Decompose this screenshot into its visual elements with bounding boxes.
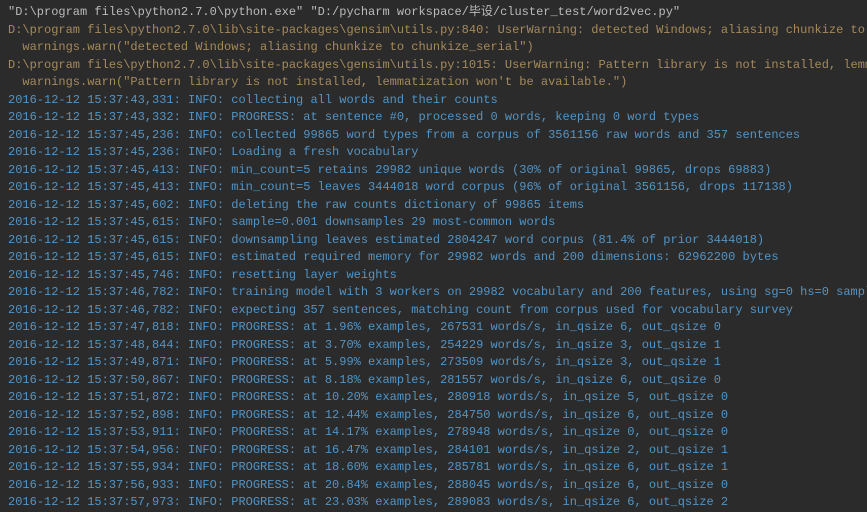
console-line: D:\program files\python2.7.0\lib\site-pa… (8, 22, 859, 40)
console-line: 2016-12-12 15:37:46,782: INFO: training … (8, 284, 859, 302)
console-line: 2016-12-12 15:37:45,413: INFO: min_count… (8, 162, 859, 180)
console-line: "D:\program files\python2.7.0\python.exe… (8, 4, 859, 22)
console-line: 2016-12-12 15:37:45,413: INFO: min_count… (8, 179, 859, 197)
console-line: 2016-12-12 15:37:45,746: INFO: resetting… (8, 267, 859, 285)
console-line: 2016-12-12 15:37:49,871: INFO: PROGRESS:… (8, 354, 859, 372)
console-line: 2016-12-12 15:37:56,933: INFO: PROGRESS:… (8, 477, 859, 495)
console-line: D:\program files\python2.7.0\lib\site-pa… (8, 57, 859, 75)
console-line: 2016-12-12 15:37:50,867: INFO: PROGRESS:… (8, 372, 859, 390)
console-line: 2016-12-12 15:37:48,844: INFO: PROGRESS:… (8, 337, 859, 355)
console-line: 2016-12-12 15:37:51,872: INFO: PROGRESS:… (8, 389, 859, 407)
console-line: 2016-12-12 15:37:45,615: INFO: estimated… (8, 249, 859, 267)
console-line: 2016-12-12 15:37:45,236: INFO: Loading a… (8, 144, 859, 162)
console-line: 2016-12-12 15:37:45,602: INFO: deleting … (8, 197, 859, 215)
console-line: 2016-12-12 15:37:46,782: INFO: expecting… (8, 302, 859, 320)
console-line: 2016-12-12 15:37:43,332: INFO: PROGRESS:… (8, 109, 859, 127)
console-line: 2016-12-12 15:37:43,331: INFO: collectin… (8, 92, 859, 110)
console-line: 2016-12-12 15:37:45,615: INFO: downsampl… (8, 232, 859, 250)
console-line: 2016-12-12 15:37:52,898: INFO: PROGRESS:… (8, 407, 859, 425)
console-line: 2016-12-12 15:37:47,818: INFO: PROGRESS:… (8, 319, 859, 337)
console-line: 2016-12-12 15:37:45,236: INFO: collected… (8, 127, 859, 145)
console-line: 2016-12-12 15:37:45,615: INFO: sample=0.… (8, 214, 859, 232)
console-line: warnings.warn("Pattern library is not in… (8, 74, 859, 92)
console-line: 2016-12-12 15:37:54,956: INFO: PROGRESS:… (8, 442, 859, 460)
console-line: 2016-12-12 15:37:53,911: INFO: PROGRESS:… (8, 424, 859, 442)
console-output: "D:\program files\python2.7.0\python.exe… (8, 4, 859, 512)
console-line: warnings.warn("detected Windows; aliasin… (8, 39, 859, 57)
console-line: 2016-12-12 15:37:57,973: INFO: PROGRESS:… (8, 494, 859, 512)
console-line: 2016-12-12 15:37:55,934: INFO: PROGRESS:… (8, 459, 859, 477)
